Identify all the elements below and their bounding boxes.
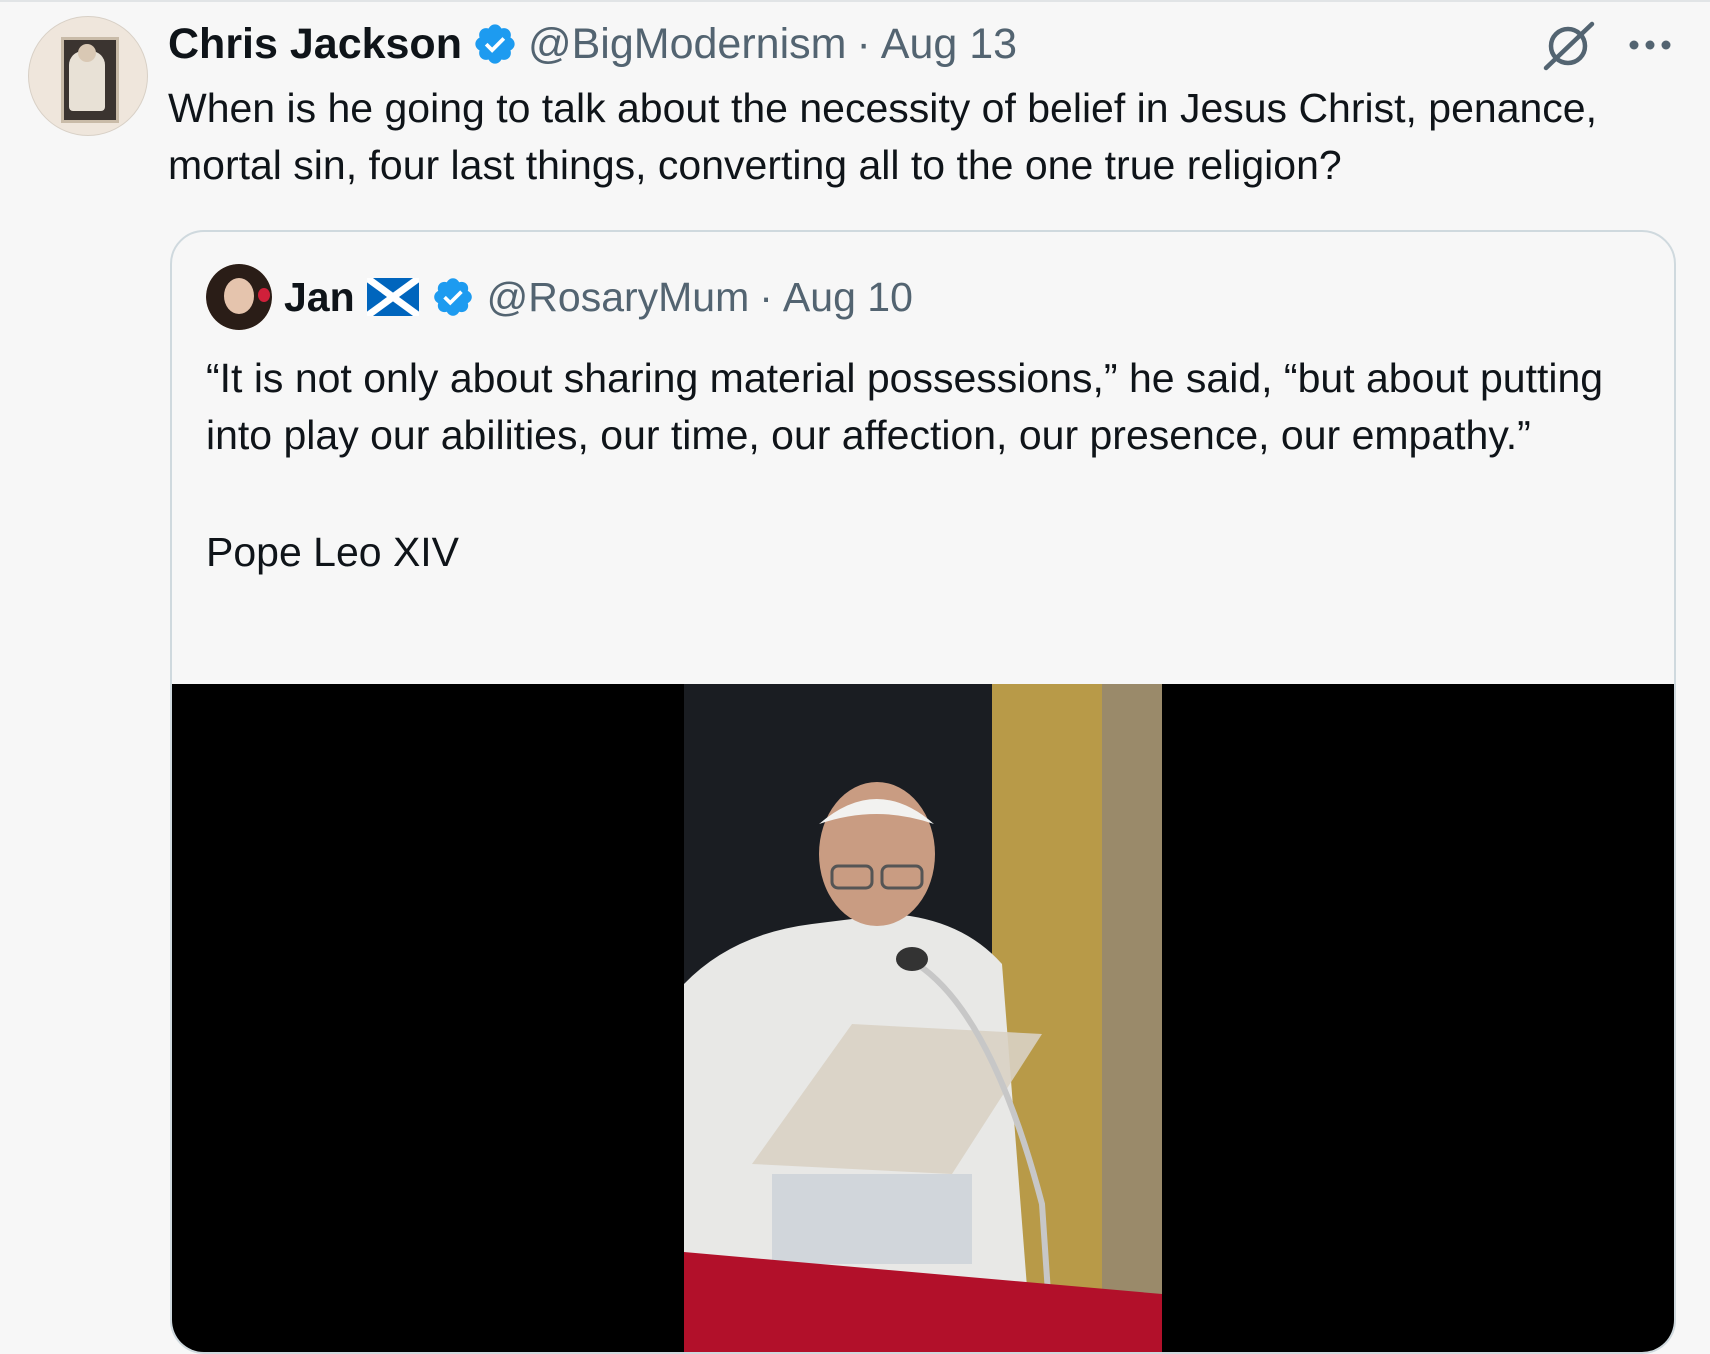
video-media[interactable] bbox=[172, 684, 1674, 1352]
tweet-date[interactable]: Aug 13 bbox=[881, 20, 1017, 69]
quoted-tweet-text: “It is not only about sharing material p… bbox=[206, 350, 1646, 581]
quoted-tweet-header: Jan @RosaryMum · Aug 10 bbox=[206, 264, 913, 330]
quoted-author-handle[interactable]: @RosaryMum bbox=[487, 274, 750, 321]
top-divider bbox=[0, 0, 1710, 2]
quoted-author-name[interactable]: Jan bbox=[284, 274, 355, 321]
avatar-rose bbox=[258, 288, 270, 302]
author-name[interactable]: Chris Jackson bbox=[168, 20, 462, 69]
author-avatar[interactable] bbox=[28, 16, 148, 136]
separator-dot: · bbox=[759, 273, 773, 320]
scotland-flag-icon bbox=[366, 278, 419, 316]
grok-icon[interactable] bbox=[1540, 20, 1598, 72]
author-handle[interactable]: @BigModernism bbox=[528, 20, 846, 69]
verified-badge-icon bbox=[472, 21, 518, 67]
more-options-icon[interactable] bbox=[1622, 20, 1678, 70]
avatar-face bbox=[224, 278, 254, 314]
separator-dot: · bbox=[856, 19, 871, 68]
quoted-text-signature: Pope Leo XIV bbox=[206, 529, 460, 575]
tweet-text: When is he going to talk about the neces… bbox=[168, 85, 1597, 188]
quoted-author-avatar[interactable] bbox=[206, 264, 272, 330]
quoted-tweet-date[interactable]: Aug 10 bbox=[783, 274, 913, 321]
tweet-header: Chris Jackson @BigModernism · Aug 13 bbox=[168, 16, 1017, 72]
avatar-head bbox=[78, 44, 96, 62]
verified-badge-icon bbox=[431, 275, 475, 319]
quoted-tweet-card[interactable]: Jan @RosaryMum · Aug 10 “It is not only … bbox=[170, 230, 1676, 1354]
video-frame-image bbox=[684, 684, 1162, 1352]
quoted-text-paragraph: “It is not only about sharing material p… bbox=[206, 355, 1604, 458]
